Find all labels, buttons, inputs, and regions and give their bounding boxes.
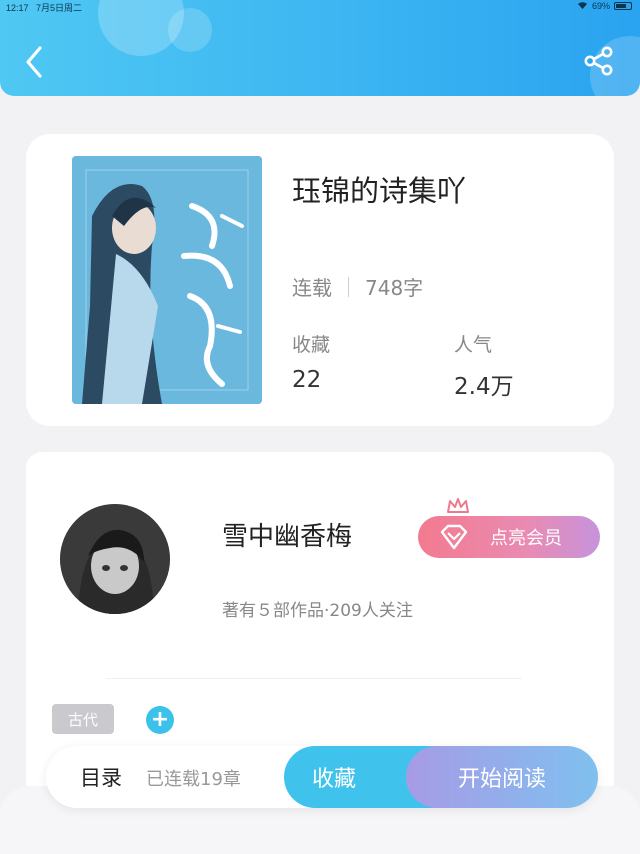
book-cover-image[interactable]: [72, 156, 262, 404]
start-reading-button[interactable]: 开始阅读: [406, 746, 598, 808]
status-bar: 12:17 7月5日周二 69%: [0, 0, 640, 14]
book-status-line: 连载 748字: [292, 272, 423, 301]
battery-icon: [614, 2, 632, 10]
diamond-icon: [440, 524, 468, 550]
vip-label: 点亮会员: [490, 528, 562, 549]
popularity-label: 人气: [454, 334, 493, 356]
back-button[interactable]: [22, 44, 50, 80]
crown-icon: [447, 498, 469, 513]
cover-illustration: [72, 156, 262, 404]
avatar-illustration: [60, 504, 170, 614]
chapter-count: 已连载19章: [146, 769, 241, 790]
favorites-label: 收藏: [292, 334, 331, 356]
vip-button[interactable]: 点亮会员: [418, 516, 600, 558]
section-divider: [106, 678, 522, 679]
popularity-value: 2.4万: [454, 374, 514, 400]
book-title: 珏锦的诗集吖: [292, 174, 467, 208]
author-meta: 著有５部作品·209人关注: [222, 601, 413, 621]
plus-icon: +: [150, 707, 170, 732]
bottom-action-bar: 目录 已连载19章 收藏 开始阅读: [46, 746, 598, 808]
favorites-stat: 收藏 22: [292, 330, 330, 393]
tag-chip[interactable]: 古代: [52, 704, 114, 734]
author-name[interactable]: 雪中幽香梅: [222, 516, 352, 553]
battery-percent: 69%: [591, 1, 610, 11]
status-time: 12:17: [6, 3, 29, 13]
favorites-value: 22: [292, 367, 322, 393]
header-bar: 12:17 7月5日周二 69%: [0, 0, 640, 96]
add-tag-button[interactable]: +: [146, 706, 174, 734]
word-count: 748字: [365, 276, 424, 300]
popularity-stat: 人气 2.4万: [454, 330, 514, 401]
divider: [348, 276, 349, 297]
serial-status: 连载: [292, 276, 332, 300]
author-avatar[interactable]: [60, 504, 170, 614]
start-reading-label: 开始阅读: [457, 767, 546, 792]
collect-label: 收藏: [312, 767, 357, 792]
book-info-card: 珏锦的诗集吖 连载 748字 收藏 22 人气 2.4万: [26, 134, 614, 426]
status-date: 7月5日周二: [36, 3, 83, 13]
wifi-icon: [577, 1, 588, 11]
share-button[interactable]: [582, 44, 616, 78]
battery-fill: [616, 4, 626, 8]
toc-button[interactable]: 目录: [80, 762, 122, 792]
chevron-left-icon: [26, 46, 42, 78]
decor-bubble: [168, 8, 212, 52]
tag-label: 古代: [67, 710, 98, 729]
share-icon: [584, 46, 613, 76]
